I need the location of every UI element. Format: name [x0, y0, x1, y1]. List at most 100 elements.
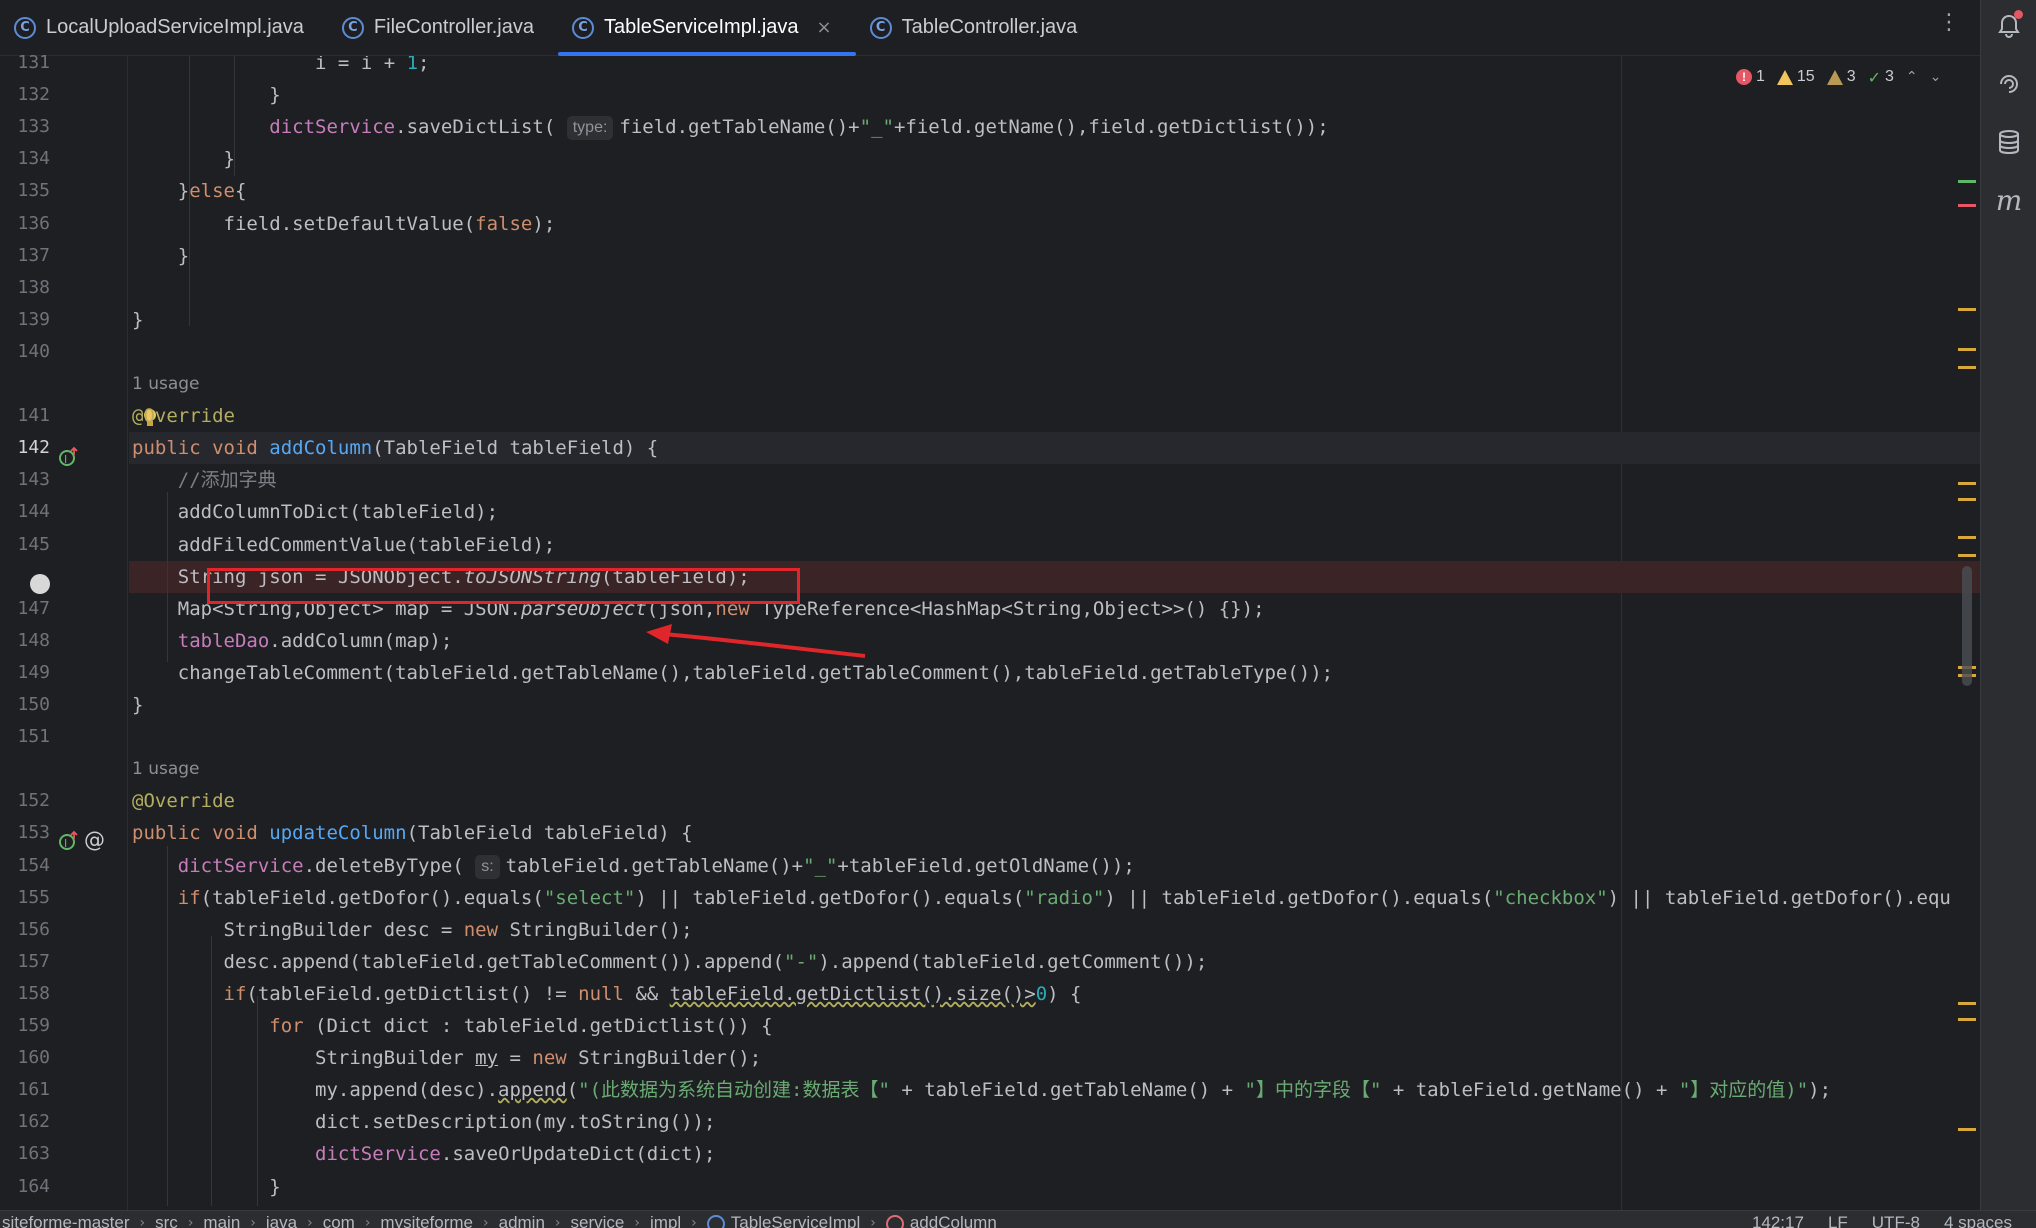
code-line[interactable]	[129, 336, 1980, 368]
weak-warning-count[interactable]: 3	[1826, 68, 1856, 86]
line-number[interactable]: 156	[0, 919, 50, 940]
code-line[interactable]: dictService.deleteByType( s: tableField.g…	[129, 850, 1980, 882]
code-line[interactable]: }	[129, 1171, 1980, 1203]
code-line[interactable]: public void addColumn(TableField tableFi…	[129, 432, 1980, 465]
line-number[interactable]: 133	[0, 116, 50, 137]
next-problem-icon[interactable]: ⌄	[1930, 69, 1942, 85]
code-line[interactable]: }	[129, 304, 1980, 336]
code-line[interactable]: }	[129, 79, 1980, 111]
line-number[interactable]: 132	[0, 84, 50, 105]
stripe-mark[interactable]	[1958, 308, 1976, 311]
code-line[interactable]: }	[129, 240, 1980, 272]
usage-hint-row[interactable]: 1 usage	[129, 368, 1980, 400]
line-number[interactable]: 151	[0, 726, 50, 747]
code-line[interactable]: addColumnToDict(tableField);	[129, 496, 1980, 528]
code-line[interactable]: i = i + 1;	[129, 56, 1980, 79]
cursor-position[interactable]: 142:17	[1752, 1213, 1804, 1228]
code-line[interactable]: }else{	[129, 175, 1980, 207]
stripe-mark[interactable]	[1958, 1018, 1976, 1021]
line-number[interactable]: 137	[0, 245, 50, 266]
tab-options-icon[interactable]: ⋮	[1934, 10, 1964, 44]
ok-count[interactable]: ✓ 3	[1868, 68, 1894, 87]
warning-count[interactable]: 15	[1776, 68, 1815, 86]
stripe-mark[interactable]	[1958, 180, 1976, 183]
line-number[interactable]: 138	[0, 277, 50, 298]
stripe-mark[interactable]	[1958, 1002, 1976, 1005]
vertical-scrollbar[interactable]	[1962, 566, 1972, 686]
tab-filecontroller[interactable]: C FileController.java	[328, 0, 558, 55]
close-tab-icon[interactable]: ×	[817, 17, 832, 38]
code-line[interactable]: dict.setDescription(my.toString());	[129, 1106, 1980, 1138]
file-encoding[interactable]: UTF-8	[1872, 1213, 1920, 1228]
line-number[interactable]: 158	[0, 983, 50, 1004]
usage-hint-row[interactable]: 1 usage	[129, 753, 1980, 785]
code-line[interactable]: changeTableComment(tableField.getTableNa…	[129, 657, 1980, 689]
code-line[interactable]: if(tableField.getDofor().equals("select"…	[129, 882, 1980, 914]
indent-setting[interactable]: 4 spaces	[1944, 1213, 2012, 1228]
code-line[interactable]: tableDao.addColumn(map);	[129, 625, 1980, 657]
database-icon[interactable]	[1993, 126, 2025, 158]
line-number[interactable]: 154	[0, 855, 50, 876]
line-number[interactable]: 155	[0, 887, 50, 908]
breadcrumb-item[interactable]: impl	[650, 1213, 681, 1228]
implements-method-icon[interactable]: I	[58, 446, 80, 472]
code-line[interactable]: }	[129, 689, 1980, 721]
breadcrumb-item[interactable]: TableServiceImpl	[706, 1213, 860, 1228]
line-number[interactable]: 136	[0, 213, 50, 234]
code-line[interactable]: my.append(desc).append("(此数据为系统自动创建:数据表【…	[129, 1074, 1980, 1106]
tab-tablecontroller[interactable]: C TableController.java	[856, 0, 1102, 55]
previous-problem-icon[interactable]: ⌃	[1906, 69, 1918, 85]
breadcrumb-item[interactable]: addColumn	[885, 1213, 997, 1228]
ai-assistant-icon[interactable]	[1993, 68, 2025, 100]
code-line[interactable]: StringBuilder desc = new StringBuilder()…	[129, 914, 1980, 946]
line-number[interactable]: 131	[0, 52, 50, 73]
line-number[interactable]: 144	[0, 501, 50, 522]
breadcrumb-item[interactable]: mysiteforme	[380, 1213, 473, 1228]
code-line[interactable]: dictService.saveOrUpdateDict(dict);	[129, 1138, 1980, 1170]
code-line[interactable]: //添加字典	[129, 464, 1980, 496]
line-separator[interactable]: LF	[1828, 1213, 1848, 1228]
code-line[interactable]: desc.append(tableField.getTableComment()…	[129, 946, 1980, 978]
stripe-mark[interactable]	[1958, 366, 1976, 369]
tab-localuploadserviceimpl[interactable]: C LocalUploadServiceImpl.java	[0, 0, 328, 55]
code-line[interactable]: @Override	[129, 785, 1980, 817]
code-line[interactable]: dictService.saveDictList( type: field.get…	[129, 111, 1980, 143]
line-number[interactable]: 159	[0, 1015, 50, 1036]
code-line[interactable]: field.setDefaultValue(false);	[129, 208, 1980, 240]
breadcrumb-item[interactable]: siteforme-master	[2, 1213, 130, 1228]
breadcrumb-item[interactable]: service	[571, 1213, 625, 1228]
maven-icon[interactable]: m	[1993, 184, 2025, 217]
line-number[interactable]: 140	[0, 341, 50, 362]
stripe-mark[interactable]	[1958, 536, 1976, 539]
code-line[interactable]: public void updateColumn(TableField tabl…	[129, 817, 1980, 849]
stripe-mark[interactable]	[1958, 482, 1976, 485]
line-number[interactable]: 149	[0, 662, 50, 683]
notifications-icon[interactable]	[1993, 10, 2025, 42]
line-number[interactable]: 145	[0, 534, 50, 555]
line-number[interactable]: 153	[0, 822, 50, 843]
line-number[interactable]: 160	[0, 1047, 50, 1068]
stripe-mark[interactable]	[1958, 498, 1976, 501]
code-line[interactable]	[129, 721, 1980, 753]
line-number[interactable]: 152	[0, 790, 50, 811]
line-number[interactable]: 157	[0, 951, 50, 972]
inspection-widget[interactable]: ! 1 15 3 ✓ 3 ⌃ ⌄	[1736, 62, 1941, 92]
line-number[interactable]: 143	[0, 469, 50, 490]
error-count[interactable]: ! 1	[1736, 68, 1765, 86]
line-number[interactable]: 150	[0, 694, 50, 715]
code-line[interactable]: StringBuilder my = new StringBuilder();	[129, 1042, 1980, 1074]
stripe-mark[interactable]	[1958, 554, 1976, 557]
line-number[interactable]: 141	[0, 405, 50, 426]
line-number[interactable]: 139	[0, 309, 50, 330]
code-line[interactable]: addFiledCommentValue(tableField);	[129, 529, 1980, 561]
line-number[interactable]: 163	[0, 1143, 50, 1164]
code-line[interactable]: for (Dict dict : tableField.getDictlist(…	[129, 1010, 1980, 1042]
implements-method-icon[interactable]: I	[58, 830, 80, 856]
line-number[interactable]: 135	[0, 180, 50, 201]
line-number[interactable]: 134	[0, 148, 50, 169]
breadcrumb-item[interactable]: main	[203, 1213, 240, 1228]
code-line[interactable]: @Override	[129, 400, 1980, 432]
breadcrumb-item[interactable]: com	[323, 1213, 355, 1228]
code-line[interactable]	[129, 272, 1980, 304]
code-line[interactable]: if(tableField.getDictlist() != null && t…	[129, 978, 1980, 1010]
